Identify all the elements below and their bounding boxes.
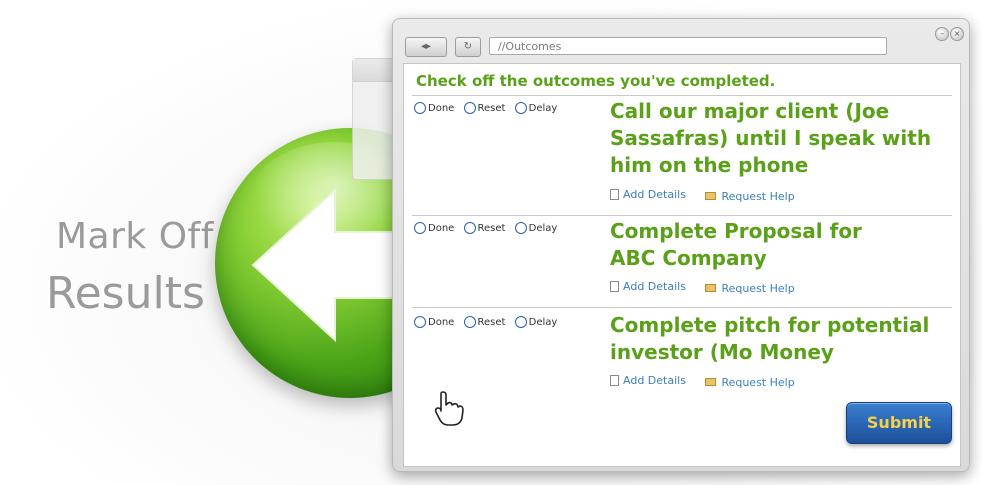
request-help-label: Request Help (721, 375, 795, 389)
outcomes-panel: Check off the outcomes you've completed.… (403, 63, 961, 467)
hand-cursor-icon (434, 391, 464, 426)
add-details-link[interactable]: Add Details (610, 374, 686, 387)
radio-button[interactable] (463, 102, 476, 114)
task-row: Done Reset Delay Call our major client (… (412, 98, 952, 213)
request-help-link[interactable]: Request Help (705, 189, 795, 203)
radio-label-delay: Delay (528, 316, 558, 328)
task-title: Complete Proposal for ABC Company (610, 219, 862, 270)
radio-button[interactable] (514, 316, 527, 328)
add-details-label: Add Details (623, 374, 686, 387)
radio-done[interactable]: Done (414, 316, 454, 328)
task-links: Add Details Request Help (610, 280, 811, 295)
envelope-icon (705, 284, 717, 292)
add-details-link[interactable]: Add Details (610, 280, 686, 293)
radio-button[interactable] (514, 102, 527, 114)
divider (412, 215, 952, 216)
radio-button[interactable] (414, 102, 426, 114)
request-help-label: Request Help (721, 281, 795, 295)
request-help-link[interactable]: Request Help (705, 281, 795, 295)
instructions-heading: Check off the outcomes you've completed. (416, 72, 776, 90)
radio-button[interactable] (414, 222, 426, 234)
browser-toolbar: ◂▸ ↻ //Outcomes – × (393, 19, 969, 63)
radio-label-reset: Reset (477, 316, 506, 328)
radio-label-done: Done (428, 222, 455, 234)
radio-delay[interactable]: Delay (514, 222, 558, 234)
radio-done[interactable]: Done (414, 222, 454, 234)
envelope-icon (705, 192, 717, 200)
radio-label-done: Done (428, 102, 455, 114)
radio-label-done: Done (428, 316, 455, 328)
task-links: Add Details Request Help (610, 188, 811, 203)
request-help-label: Request Help (721, 189, 795, 203)
document-icon (610, 375, 619, 386)
status-radio-group: Done Reset Delay (414, 222, 563, 237)
radio-button[interactable] (463, 316, 476, 328)
envelope-icon (705, 378, 717, 386)
radio-label-delay: Delay (528, 222, 558, 234)
hero-line-mark-off: Mark Off (56, 216, 214, 257)
document-icon (610, 189, 619, 200)
submit-button[interactable]: Submit (846, 402, 952, 444)
radio-delay[interactable]: Delay (514, 316, 558, 328)
divider (412, 307, 952, 308)
refresh-button[interactable]: ↻ (455, 37, 481, 57)
back-forward-button[interactable]: ◂▸ (405, 37, 447, 57)
browser-window: ◂▸ ↻ //Outcomes – × Check off the outcom… (392, 18, 970, 472)
back-forward-arrows-icon: ◂▸ (420, 41, 432, 52)
radio-reset[interactable]: Reset (463, 222, 506, 234)
minimize-icon[interactable]: – (935, 27, 949, 41)
radio-label-reset: Reset (477, 102, 506, 114)
task-title: Complete pitch for potential investor (M… (610, 313, 930, 364)
add-details-label: Add Details (623, 280, 686, 293)
radio-button[interactable] (514, 222, 527, 234)
request-help-link[interactable]: Request Help (705, 375, 795, 389)
document-icon (610, 281, 619, 292)
task-links: Add Details Request Help (610, 374, 811, 389)
status-radio-group: Done Reset Delay (414, 316, 563, 331)
refresh-icon: ↻ (463, 41, 473, 52)
status-radio-group: Done Reset Delay (414, 102, 563, 117)
radio-done[interactable]: Done (414, 102, 454, 114)
address-bar[interactable]: //Outcomes (489, 37, 887, 55)
radio-button[interactable] (414, 316, 426, 328)
close-icon[interactable]: × (950, 27, 964, 41)
radio-delay[interactable]: Delay (514, 102, 558, 114)
task-row: Done Reset Delay Complete pitch for pote… (412, 312, 952, 402)
radio-label-reset: Reset (477, 222, 506, 234)
add-details-label: Add Details (623, 188, 686, 201)
radio-reset[interactable]: Reset (463, 102, 506, 114)
promo-stage: Mark Off Results ◂▸ ↻ //Outcomes – × Che… (0, 0, 982, 485)
hero-line-results: Results (46, 268, 205, 319)
radio-button[interactable] (463, 222, 476, 234)
add-details-link[interactable]: Add Details (610, 188, 686, 201)
divider (412, 95, 952, 96)
radio-label-delay: Delay (528, 102, 558, 114)
radio-reset[interactable]: Reset (463, 316, 506, 328)
task-title: Call our major client (Joe Sassafras) un… (610, 99, 932, 177)
task-row: Done Reset Delay Complete Proposal for A… (412, 218, 952, 303)
